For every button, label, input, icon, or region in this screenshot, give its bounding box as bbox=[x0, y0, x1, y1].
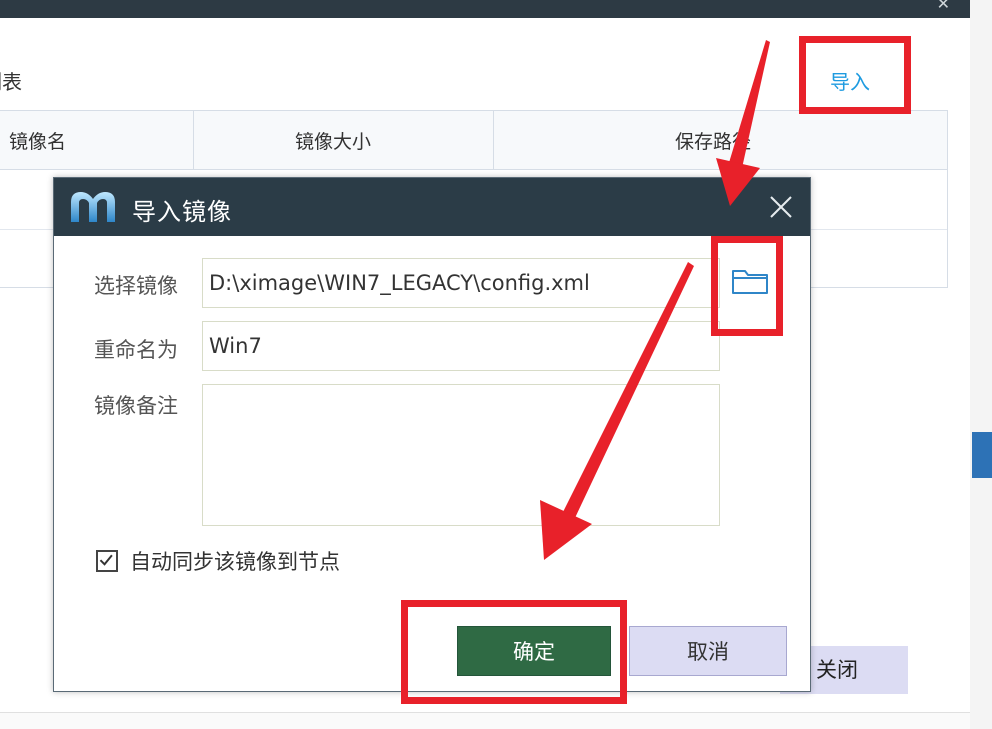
auto-sync-checkbox[interactable] bbox=[96, 550, 118, 572]
dialog-title: 导入镜像 bbox=[132, 198, 232, 226]
background-heading-label: 列表 bbox=[0, 70, 22, 94]
dialog-titlebar: 导入镜像 bbox=[54, 178, 810, 236]
table-header-path[interactable]: 保存路径 bbox=[675, 127, 751, 154]
remark-textarea[interactable] bbox=[202, 384, 720, 526]
background-close-icon[interactable]: ✕ bbox=[937, 0, 950, 13]
background-heading: 列表 bbox=[0, 66, 22, 95]
auto-sync-label[interactable]: 自动同步该镜像到节点 bbox=[130, 546, 340, 576]
background-bottom-strip bbox=[0, 712, 970, 729]
checkmark-icon bbox=[99, 554, 113, 566]
table-header-size[interactable]: 镜像大小 bbox=[295, 127, 371, 154]
table-header-name[interactable]: 镜像名 bbox=[9, 127, 66, 154]
column-divider bbox=[193, 111, 194, 169]
image-path-input[interactable]: D:\ximage\WIN7_LEGACY\config.xml bbox=[202, 258, 720, 308]
highlight-box-ok bbox=[401, 600, 627, 704]
close-icon[interactable] bbox=[766, 192, 796, 222]
highlight-box-import bbox=[799, 36, 911, 114]
table-header-row bbox=[0, 111, 947, 170]
highlight-box-folder bbox=[711, 236, 783, 336]
rename-label: 重命名为 bbox=[94, 338, 178, 362]
cancel-button[interactable]: 取消 bbox=[629, 626, 787, 676]
image-select-label: 选择镜像 bbox=[94, 274, 178, 298]
rename-input[interactable]: Win7 bbox=[202, 321, 720, 371]
background-side-tab[interactable] bbox=[972, 432, 992, 478]
column-divider bbox=[493, 111, 494, 169]
background-titlebar: ✕ bbox=[0, 0, 970, 18]
app-logo-icon bbox=[71, 192, 115, 222]
remark-label: 镜像备注 bbox=[94, 394, 178, 418]
